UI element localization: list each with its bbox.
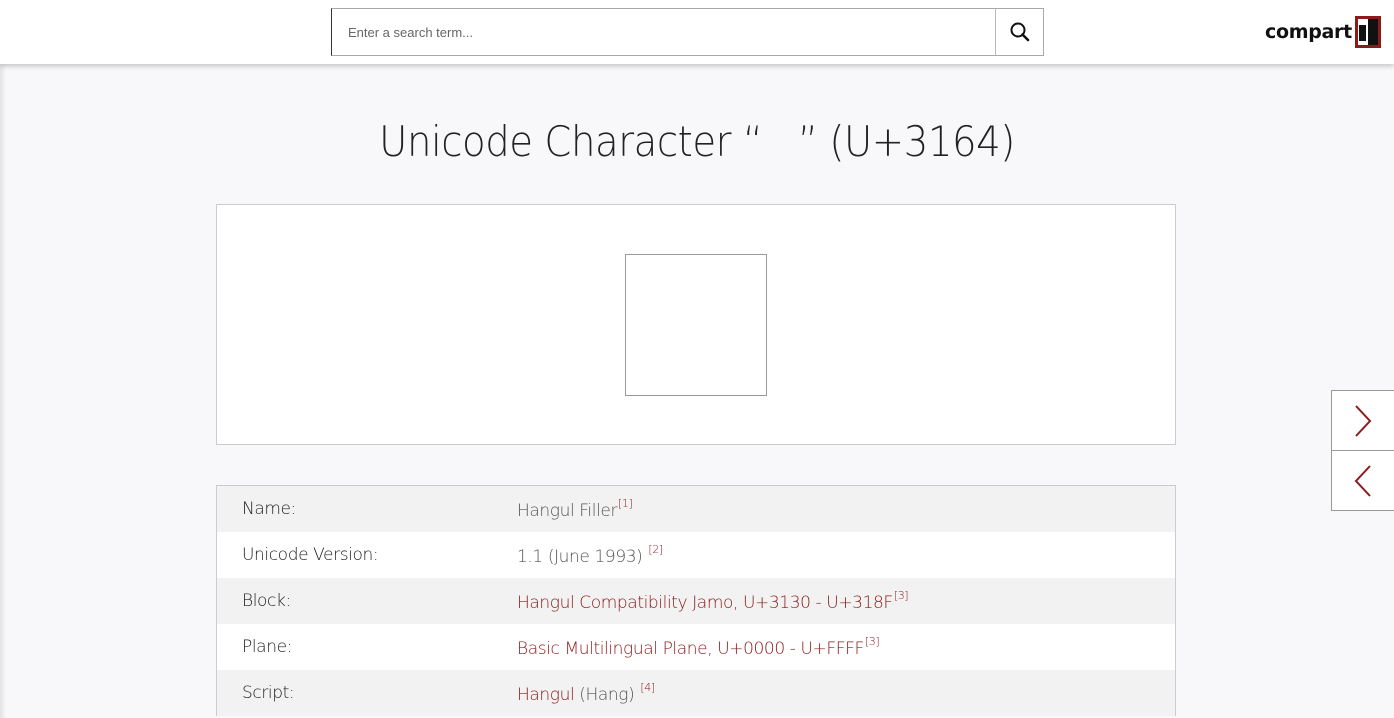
properties-table: Name: Hangul Filler[1] Unicode Version: …: [216, 485, 1176, 716]
search-icon: [1010, 22, 1029, 42]
table-row-name: Name: Hangul Filler[1]: [217, 486, 1175, 532]
plane-link[interactable]: Basic Multilingual Plane, U+0000 - U+FFF…: [517, 639, 864, 659]
footnote-ref[interactable]: [4]: [640, 681, 655, 694]
name-value: Hangul Filler: [517, 501, 618, 521]
top-bar: compart: [0, 0, 1394, 64]
version-value: 1.1 (June 1993): [517, 547, 643, 567]
row-value: Hangul Compatibility Jamo, U+3130 - U+31…: [517, 589, 909, 613]
row-label: Name:: [242, 499, 296, 519]
table-row-script: Script: Hangul (Hang) [4]: [217, 670, 1175, 716]
chevron-right-icon: [1355, 404, 1372, 437]
left-edge-shadow: [0, 64, 6, 718]
chevron-left-icon: [1354, 464, 1371, 497]
previous-character-button[interactable]: [1331, 450, 1394, 511]
row-label: Plane:: [242, 637, 292, 657]
search-button[interactable]: [995, 9, 1043, 55]
footnote-ref[interactable]: [3]: [865, 635, 880, 648]
table-row-block: Block: Hangul Compatibility Jamo, U+3130…: [217, 578, 1175, 624]
footnote-ref[interactable]: [1]: [618, 497, 633, 510]
compart-logo[interactable]: compart: [1265, 15, 1381, 49]
logo-mark-icon: [1354, 16, 1381, 48]
row-label: Block:: [242, 591, 291, 611]
table-row-plane: Plane: Basic Multilingual Plane, U+0000 …: [217, 624, 1175, 670]
footnote-ref[interactable]: [2]: [648, 543, 663, 556]
row-label: Script:: [242, 683, 295, 703]
logo-text: compart: [1265, 21, 1352, 43]
row-value: Basic Multilingual Plane, U+0000 - U+FFF…: [517, 635, 880, 659]
table-row-version: Unicode Version: 1.1 (June 1993) [2]: [217, 532, 1175, 578]
row-value: Hangul Filler[1]: [517, 497, 633, 521]
search-input[interactable]: [332, 9, 995, 55]
footnote-ref[interactable]: [3]: [894, 589, 909, 602]
row-value: 1.1 (June 1993) [2]: [517, 543, 663, 567]
script-code: (Hang): [574, 685, 640, 705]
next-character-button[interactable]: [1331, 390, 1394, 451]
block-link[interactable]: Hangul Compatibility Jamo, U+3130 - U+31…: [517, 593, 893, 613]
search-bar: [331, 8, 1044, 56]
glyph-preview: [625, 254, 767, 396]
page-title: Unicode Character “ㅤ” (U+3164): [379, 117, 1015, 166]
row-label: Unicode Version:: [242, 545, 379, 565]
script-link[interactable]: Hangul: [517, 685, 575, 705]
glyph-panel: [216, 204, 1176, 445]
row-value: Hangul (Hang) [4]: [517, 681, 655, 705]
